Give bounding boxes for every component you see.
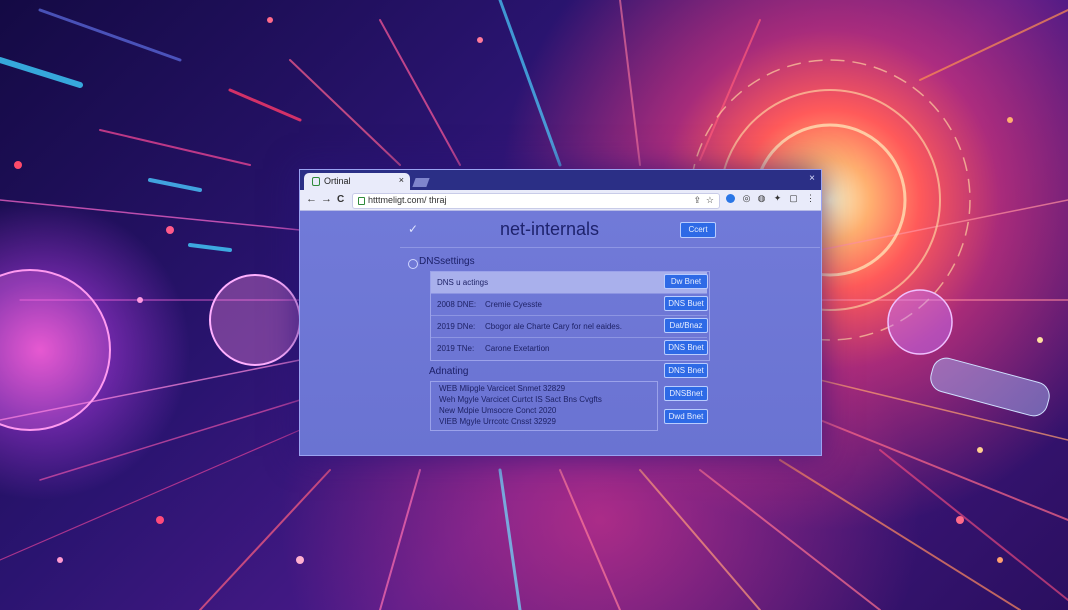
url-text: htttmeligt.com/ thraj	[368, 195, 447, 205]
advanced-line: VIEB Mgyle Urrcotc Cnsst 32929	[439, 417, 556, 426]
extension-puzzle-icon[interactable]: ✦	[773, 194, 782, 203]
window-close-icon[interactable]: ×	[809, 173, 815, 184]
row-value: Carone Exetartion	[485, 344, 550, 353]
row-label: 2008 DNE:	[437, 300, 477, 309]
back-icon[interactable]: ←	[306, 193, 317, 205]
address-bar[interactable]: htttmeligt.com/ thraj ⇪ ☆	[352, 193, 720, 209]
extension-shield-icon[interactable]: ◍	[757, 194, 766, 203]
extension-blue-icon[interactable]	[726, 194, 735, 203]
divider	[400, 247, 820, 248]
tab-favicon-icon	[312, 177, 320, 186]
page-title: net-internals	[500, 219, 600, 239]
row-label: 2019 TNe:	[437, 344, 475, 353]
browser-tab[interactable]: Ortinal ×	[304, 173, 410, 190]
bookmark-star-icon[interactable]: ☆	[706, 195, 714, 206]
page-content: ✓ net-internals Ccert DNSsettings DNS u …	[300, 211, 821, 455]
reload-icon[interactable]: C	[337, 194, 344, 205]
lock-icon	[358, 197, 365, 205]
browser-toolbar: ← → C htttmeligt.com/ thraj ⇪ ☆ ◎ ◍ ✦ ▢ …	[300, 190, 821, 211]
advanced-line: WEB Mlipgle Varcicet Snmet 32829	[439, 384, 566, 393]
dns-section-icon	[408, 259, 418, 269]
advanced-button[interactable]: DNS Bnet	[664, 363, 708, 378]
advanced-section-title: Adnating	[429, 366, 469, 377]
dns-row-button[interactable]: DNS Bnet	[664, 340, 708, 355]
advanced-line: New Mdpie Umsocre Conct 2020	[439, 406, 557, 415]
advanced-panel: WEB Mlipgle Varcicet Snmet 32829 Weh Mgy…	[430, 381, 658, 431]
new-tab-button[interactable]	[412, 178, 430, 187]
row-value: Cbogor ale Charte Cary for nel eaides.	[485, 322, 622, 331]
advanced-line: Weh Mgyle Varcicet Curtct IS Sact Bns Cv…	[439, 395, 602, 404]
dns-row-button[interactable]: Dat/Bnaz	[664, 318, 708, 333]
forward-icon[interactable]: →	[321, 193, 332, 205]
share-icon[interactable]: ⇪	[693, 195, 701, 206]
advanced-button[interactable]: Dwd Bnet	[664, 409, 708, 424]
row-value: Cremie Cyesste	[485, 300, 542, 309]
header-button[interactable]: Ccert	[680, 222, 716, 238]
dns-section-title: DNSsettings	[419, 256, 475, 267]
tab-close-icon[interactable]: ×	[399, 175, 404, 185]
row-label: DNS u actings	[437, 278, 489, 287]
advanced-button[interactable]: DNSBnet	[664, 386, 708, 401]
browser-window: Ortinal × × ← → C htttmeligt.com/ thraj …	[299, 169, 822, 456]
row-label: 2019 DNe:	[437, 322, 476, 331]
checkmark-icon: ✓	[408, 222, 419, 236]
menu-icon[interactable]: ⋮	[806, 194, 815, 203]
dns-row-button[interactable]: DNS Buet	[664, 296, 708, 311]
extension-circle-icon[interactable]: ◎	[742, 194, 751, 203]
tab-title: Ortinal	[324, 176, 351, 186]
profile-icon[interactable]: ▢	[789, 194, 798, 203]
tab-bar: Ortinal × ×	[300, 170, 821, 190]
dns-row-button[interactable]: Dw Bnet	[664, 274, 708, 289]
